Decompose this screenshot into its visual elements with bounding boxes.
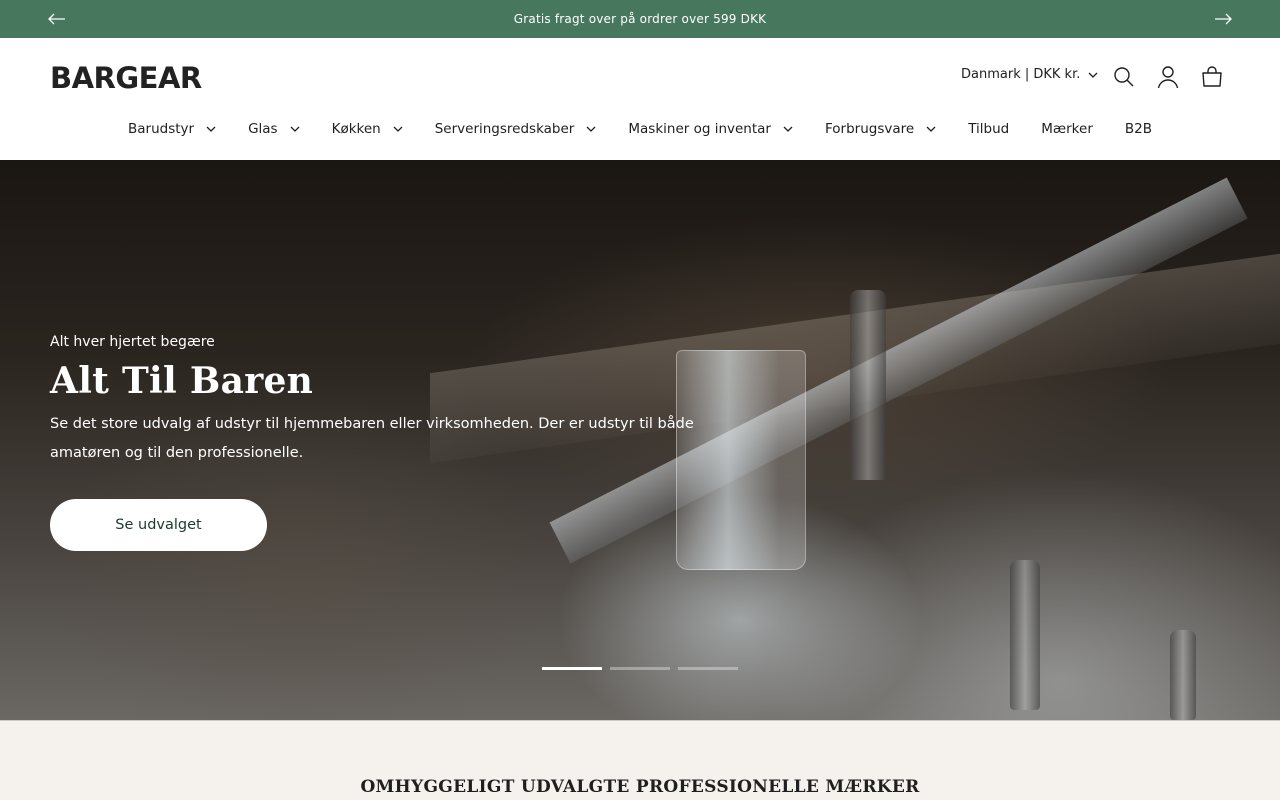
chevron-down-icon — [1088, 67, 1098, 82]
brands-section: OMHYGGELIGT UDVALGTE PROFESSIONELLE MÆRK… — [0, 720, 1280, 800]
nav-item-serveringsredskaber[interactable]: Serveringsredskaber — [435, 121, 597, 137]
shop-selection-button[interactable]: Se udvalget — [50, 499, 267, 551]
nav-item-forbrugsvare[interactable]: Forbrugsvare — [825, 121, 936, 137]
hero-image-bottle — [850, 290, 886, 480]
hero-text: Se det store udvalg af udstyr til hjemme… — [50, 416, 694, 461]
nav-item-label: Forbrugsvare — [824, 121, 915, 137]
slider-pagination — [542, 667, 738, 670]
chevron-down-icon — [783, 126, 793, 132]
arrow-left-icon[interactable] — [47, 9, 67, 29]
slider-dot-3[interactable] — [678, 667, 738, 670]
nav-item-b2b[interactable]: B2B — [1125, 121, 1152, 137]
slider-dot-2[interactable] — [610, 667, 670, 670]
site-logo[interactable]: BARGEAR — [50, 64, 202, 93]
chevron-down-icon — [393, 126, 403, 132]
locale-label: Danmark | DKK kr. — [961, 67, 1081, 82]
hero-banner: Alt hver hjertet begære Alt Til Baren Se… — [0, 160, 1280, 720]
nav-item-label: B2B — [1124, 121, 1152, 137]
chevron-down-icon — [290, 126, 300, 132]
nav-item-label: Maskiner og inventar — [628, 121, 771, 137]
account-icon[interactable] — [1155, 64, 1181, 90]
nav-item-barudstyr[interactable]: Barudstyr — [128, 121, 216, 137]
chevron-down-icon — [926, 126, 936, 132]
nav-item-label: Barudstyr — [127, 121, 195, 137]
cart-icon[interactable] — [1199, 64, 1225, 90]
nav-item-label: Tilbud — [968, 121, 1010, 137]
main-nav: Barudstyr Glas Køkken Serveringsredskabe… — [0, 116, 1280, 142]
chevron-down-icon — [206, 126, 216, 132]
arrow-right-icon[interactable] — [1213, 9, 1233, 29]
nav-item-maerker[interactable]: Mærker — [1041, 121, 1093, 137]
nav-item-label: Køkken — [331, 121, 381, 137]
hero-image-bottle — [1010, 560, 1040, 710]
nav-item-maskiner[interactable]: Maskiner og inventar — [628, 121, 793, 137]
nav-item-label: Serveringsredskaber — [434, 121, 575, 137]
nav-item-koekken[interactable]: Køkken — [332, 121, 403, 137]
slider-dot-1[interactable] — [542, 667, 602, 670]
chevron-down-icon — [586, 126, 596, 132]
announcement-bar: Gratis fragt over på ordrer over 599 DKK — [0, 0, 1280, 38]
brands-title: OMHYGGELIGT UDVALGTE PROFESSIONELLE MÆRK… — [360, 777, 920, 797]
locale-selector[interactable]: Danmark | DKK kr. — [961, 67, 1098, 82]
site-header: BARGEAR Danmark | DKK kr. Barudstyr Glas… — [0, 38, 1280, 160]
nav-item-glas[interactable]: Glas — [248, 121, 300, 137]
hero-subheading: Alt hver hjertet begære — [50, 334, 215, 350]
nav-item-tilbud[interactable]: Tilbud — [968, 121, 1009, 137]
hero-image-bottle — [1170, 630, 1196, 720]
search-icon[interactable] — [1111, 64, 1137, 90]
hero-title: Alt Til Baren — [50, 360, 314, 402]
nav-item-label: Glas — [248, 121, 278, 137]
announcement-text: Gratis fragt over på ordrer over 599 DKK — [513, 12, 767, 26]
nav-item-label: Mærker — [1041, 121, 1093, 137]
